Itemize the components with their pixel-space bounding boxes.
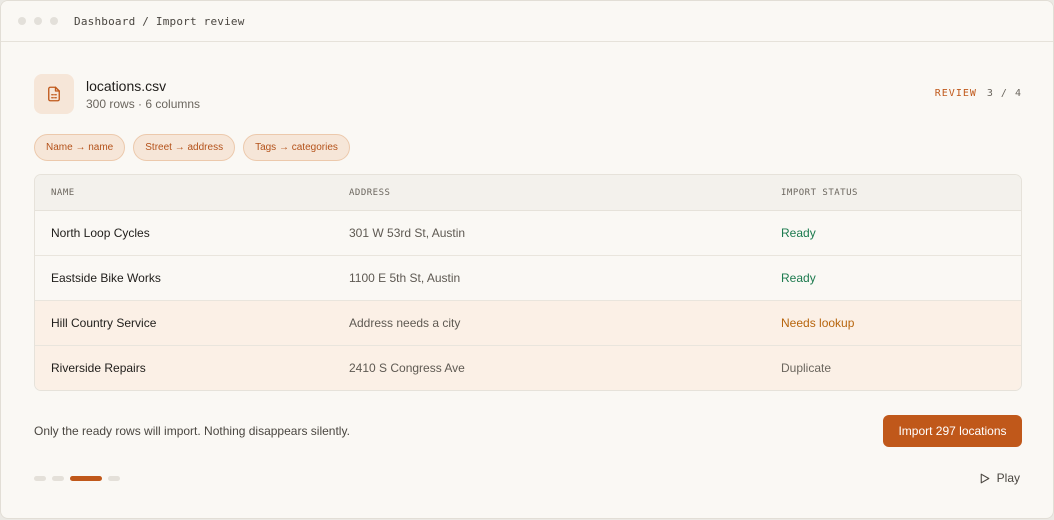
preview-table: NAME ADDRESS IMPORT STATUS North Loop Cy… bbox=[34, 174, 1022, 391]
import-footnote: Only the ready rows will import. Nothing… bbox=[34, 424, 350, 438]
mapping-chip[interactable]: Name → name bbox=[34, 134, 126, 161]
play-button[interactable]: Play bbox=[978, 471, 1020, 485]
table-row[interactable]: North Loop Cycles 301 W 53rd St, Austin … bbox=[35, 211, 1021, 256]
progress-dot[interactable] bbox=[52, 476, 64, 481]
breadcrumb: Dashboard / Import review bbox=[74, 14, 245, 28]
row-status: Ready bbox=[781, 271, 816, 285]
step-progress bbox=[34, 476, 120, 481]
row-address: 2410 S Congress Ave bbox=[349, 361, 465, 375]
table-row[interactable]: Eastside Bike Works 1100 E 5th St, Austi… bbox=[35, 256, 1021, 301]
table-header: NAME ADDRESS IMPORT STATUS bbox=[35, 175, 1021, 211]
play-icon bbox=[980, 473, 990, 483]
column-header-name: NAME bbox=[51, 188, 75, 198]
progress-dot[interactable] bbox=[108, 476, 120, 481]
title-bar: Dashboard / Import review bbox=[1, 1, 1053, 42]
play-label: Play bbox=[996, 471, 1020, 485]
row-status: Duplicate bbox=[781, 361, 832, 375]
window-controls bbox=[18, 17, 58, 25]
table-row[interactable]: Hill Country Service Address needs a cit… bbox=[35, 301, 1021, 346]
step-count: 3 / 4 bbox=[986, 88, 1022, 99]
step-label: REVIEW bbox=[934, 88, 977, 99]
import-button[interactable]: Import 297 locations bbox=[883, 415, 1022, 447]
file-meta: 300 rows · 6 columns bbox=[86, 97, 201, 111]
maximize-window-dot[interactable] bbox=[50, 17, 58, 25]
file-header: locations.csv 300 rows · 6 columns REVIE… bbox=[34, 74, 1022, 114]
file-name: locations.csv bbox=[86, 78, 167, 94]
mapping-chip[interactable]: Tags → categories bbox=[243, 134, 350, 161]
row-address: Address needs a city bbox=[349, 316, 461, 330]
column-header-address: ADDRESS bbox=[349, 188, 391, 198]
mapping-chip[interactable]: Street → address bbox=[133, 134, 236, 161]
step-indicator: REVIEW 3 / 4 bbox=[935, 88, 1022, 99]
column-mapping-chips: Name → name Street → address Tags → cate… bbox=[34, 134, 350, 161]
table-row[interactable]: Riverside Repairs 2410 S Congress Ave Du… bbox=[35, 346, 1021, 390]
column-header-status: IMPORT STATUS bbox=[781, 188, 858, 198]
import-review-window: Dashboard / Import review locations.csv … bbox=[0, 0, 1054, 519]
row-status: Needs lookup bbox=[781, 316, 855, 330]
row-name: North Loop Cycles bbox=[51, 226, 150, 240]
progress-dot-active[interactable] bbox=[70, 476, 102, 481]
row-name: Eastside Bike Works bbox=[51, 271, 161, 285]
row-address: 301 W 53rd St, Austin bbox=[349, 226, 466, 240]
row-name: Hill Country Service bbox=[51, 316, 157, 330]
progress-dot[interactable] bbox=[34, 476, 46, 481]
close-window-dot[interactable] bbox=[18, 17, 26, 25]
minimize-window-dot[interactable] bbox=[34, 17, 42, 25]
row-status: Ready bbox=[781, 226, 816, 240]
row-address: 1100 E 5th St, Austin bbox=[349, 271, 461, 285]
file-spreadsheet-icon bbox=[34, 74, 74, 114]
row-name: Riverside Repairs bbox=[51, 361, 146, 375]
